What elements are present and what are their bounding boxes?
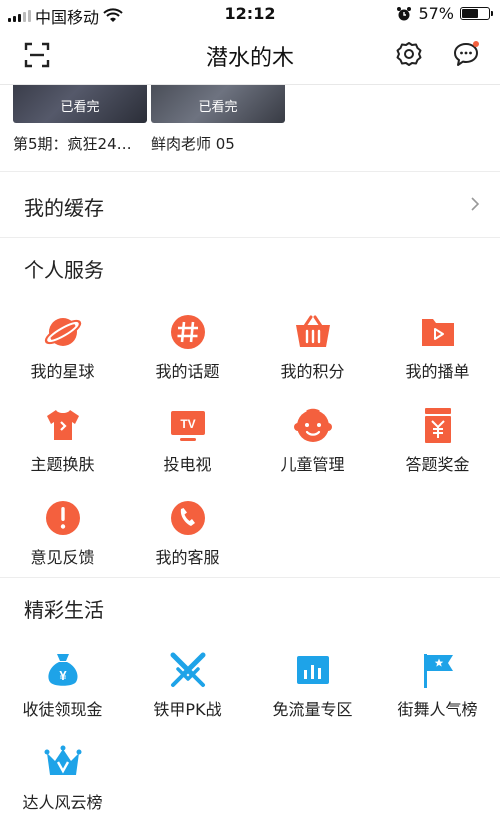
status-right: 57% (396, 4, 493, 23)
grid-item-label: 街舞人气榜 (397, 700, 478, 719)
grid-item-cast-tv[interactable]: TV 投电视 (125, 405, 250, 475)
battery-level (462, 9, 478, 18)
alarm-icon (397, 6, 412, 20)
data-free-icon (296, 656, 329, 684)
crown-icon (44, 745, 81, 775)
tv-cast-icon: TV (170, 411, 205, 441)
grid-item-label: 免流量专区 (272, 700, 353, 719)
grid-item-influencer-chart[interactable]: 达人风云榜 (0, 743, 125, 813)
grid-item-dance-chart[interactable]: 街舞人气榜 (375, 650, 500, 720)
quiz-bonus-icon (424, 408, 451, 443)
section-title-life: 精彩生活 (24, 598, 104, 622)
grid-item-label: 我的话题 (155, 362, 220, 381)
chevron-right-icon (471, 197, 480, 211)
grid-item-my-points[interactable]: 我的积分 (250, 312, 375, 382)
grid-item-label: 收徒领现金 (22, 700, 103, 719)
watch-history: 已看完 已看完 第5期：疯狂24… 鲜肉老师 05 (0, 85, 500, 170)
theme-shirt-icon (46, 410, 79, 440)
battery-icon (460, 7, 493, 20)
message-icon[interactable] (452, 40, 480, 68)
grid-item-label: 儿童管理 (280, 455, 345, 474)
grid-item-kids[interactable]: 儿童管理 (250, 405, 375, 475)
flag-icon (423, 654, 453, 688)
kid-face-icon (293, 408, 332, 442)
money-bag-icon: ¥ (47, 654, 78, 686)
grid-item-theme[interactable]: 主题换肤 (0, 405, 125, 475)
grid-item-data-free[interactable]: 免流量专区 (250, 650, 375, 720)
my-cache-label: 我的缓存 (24, 196, 104, 220)
crossed-swords-icon (170, 652, 205, 687)
history-thumbnail[interactable]: 已看完 (13, 85, 147, 123)
planet-icon (44, 318, 81, 346)
history-thumbnail[interactable]: 已看完 (151, 85, 285, 123)
customer-service-icon (170, 501, 205, 535)
svg-text:¥: ¥ (59, 668, 67, 683)
grid-item-quiz-bonus[interactable]: 答题奖金 (375, 405, 500, 475)
grid-item-label: 答题奖金 (405, 455, 470, 474)
grid-item-label: 主题换肤 (30, 455, 95, 474)
grid-item-label: 意见反馈 (30, 548, 95, 567)
watched-badge: 已看完 (198, 100, 238, 115)
playlist-icon (421, 319, 454, 346)
grid-item-label: 达人风云榜 (22, 793, 103, 812)
points-basket-icon (295, 315, 330, 347)
grid-item-label: 铁甲PK战 (153, 700, 222, 719)
divider (0, 237, 500, 238)
section-title-personal: 个人服务 (24, 258, 104, 282)
grid-item-recruit-cash[interactable]: ¥ 收徒领现金 (0, 650, 125, 720)
page-title: 潜水的木 (205, 46, 294, 71)
grid-item-label: 我的客服 (155, 548, 220, 567)
grid-item-customer-service[interactable]: 我的客服 (125, 498, 250, 568)
my-cache-row[interactable]: 我的缓存 (0, 172, 500, 236)
grid-item-my-topics[interactable]: 我的话题 (125, 312, 250, 382)
nav-bar: 潜水的木 (0, 28, 500, 85)
grid-item-my-planet[interactable]: 我的星球 (0, 312, 125, 382)
svg-text:TV: TV (180, 417, 195, 431)
grid-item-my-playlist[interactable]: 我的播单 (375, 312, 500, 382)
divider (0, 577, 500, 578)
topic-hash-icon (170, 315, 205, 349)
grid-item-mecha-pk[interactable]: 铁甲PK战 (125, 650, 250, 720)
history-title[interactable]: 鲜肉老师 05 (151, 133, 235, 154)
grid-item-label: 我的星球 (30, 362, 95, 381)
feedback-icon (45, 501, 80, 535)
status-bar: 中国移动 12:12 57% (0, 0, 500, 28)
grid-item-label: 我的播单 (405, 362, 470, 381)
battery-percent: 57% (418, 4, 454, 23)
grid-item-label: 我的积分 (280, 362, 345, 381)
gear-icon[interactable] (396, 41, 422, 67)
watched-badge: 已看完 (60, 100, 100, 115)
grid-item-label: 投电视 (163, 455, 212, 474)
grid-item-feedback[interactable]: 意见反馈 (0, 498, 125, 568)
history-title[interactable]: 第5期：疯狂24… (13, 133, 132, 154)
